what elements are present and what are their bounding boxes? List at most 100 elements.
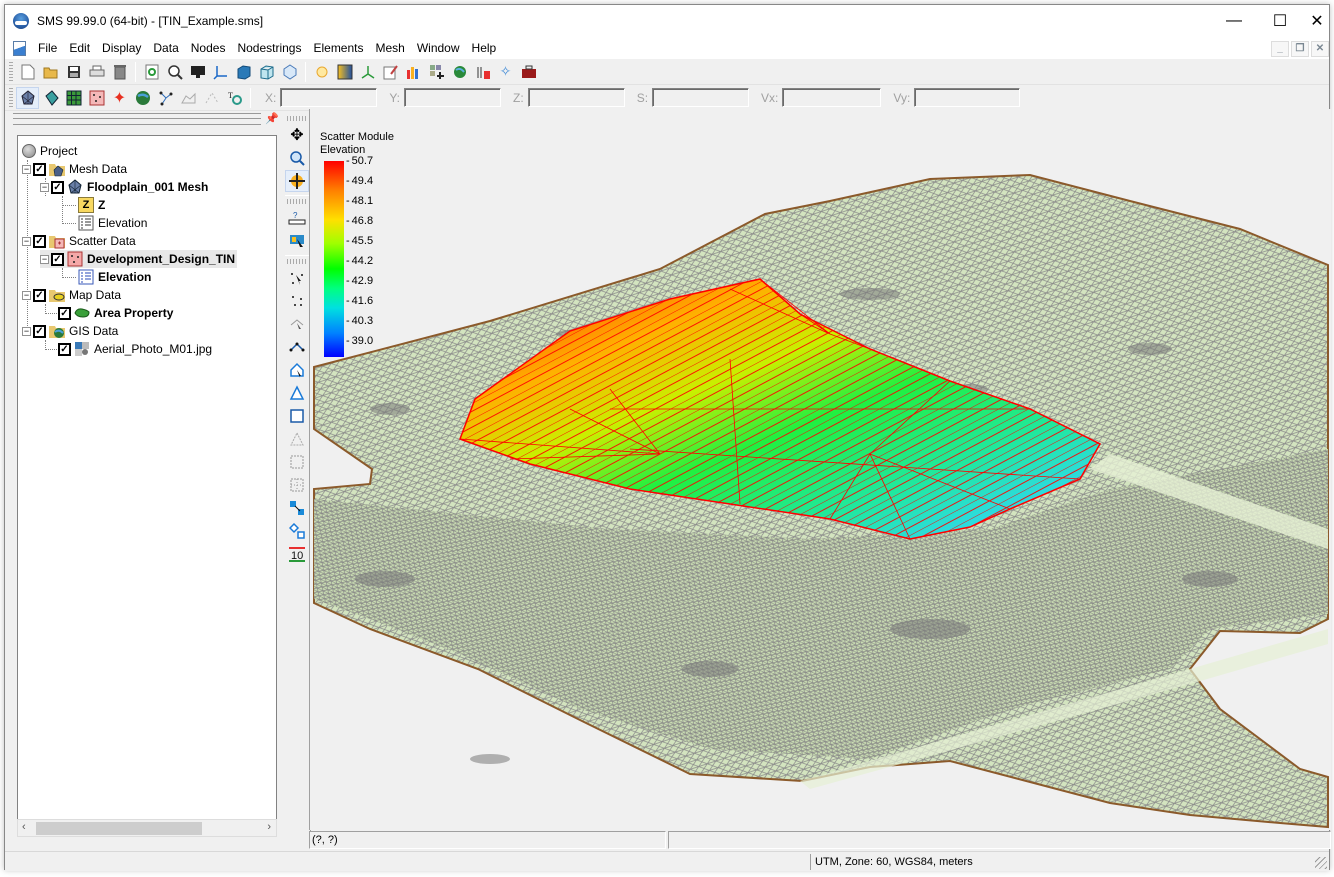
print-icon[interactable] [85, 61, 108, 83]
tree-item-image[interactable]: ✓ Aerial_Photo_M01.jpg [58, 340, 212, 358]
contour-label-icon[interactable]: 10 [285, 543, 309, 565]
scrollbar-thumb[interactable] [36, 822, 202, 835]
panel-drag-handle[interactable] [13, 113, 261, 125]
visibility-checkbox[interactable]: ✓ [33, 162, 46, 176]
measure-icon[interactable]: ? [285, 207, 309, 229]
tree-item-mesh-data[interactable]: − ✓ Mesh Data [22, 160, 127, 178]
menu-help[interactable]: Help [466, 37, 503, 59]
new-file-icon[interactable] [16, 61, 39, 83]
merge-triangles-icon[interactable] [285, 497, 309, 519]
collapse-toggle[interactable]: − [22, 164, 31, 174]
display-monitor-icon[interactable] [186, 61, 209, 83]
mdi-restore-button[interactable]: ❐ [1291, 41, 1309, 57]
profile-module-icon[interactable] [177, 87, 200, 109]
generic-model-icon[interactable]: ✦ [108, 87, 131, 109]
toolbar-grip[interactable] [9, 87, 13, 108]
s-coord-field[interactable] [652, 88, 750, 107]
palette-grip[interactable] [287, 116, 308, 121]
refresh-icon[interactable] [140, 61, 163, 83]
globe-icon[interactable] [448, 61, 471, 83]
swap-edge-icon[interactable] [285, 520, 309, 542]
tree-item-tin[interactable]: − ✓ Development_Design_TIN [40, 250, 238, 268]
collapse-toggle[interactable]: − [22, 326, 31, 336]
quad-patch-icon[interactable] [285, 451, 309, 473]
visibility-checkbox[interactable]: ✓ [51, 180, 64, 194]
pan-icon[interactable]: ✥ [285, 124, 309, 146]
create-quad-icon[interactable] [285, 405, 309, 427]
rotate-axes-icon[interactable] [356, 61, 379, 83]
visibility-checkbox[interactable]: ✓ [58, 306, 71, 320]
visibility-checkbox[interactable]: ✓ [33, 324, 46, 338]
menu-window[interactable]: Window [411, 37, 466, 59]
pin-icon[interactable]: 📌 [265, 112, 279, 125]
maximize-button[interactable]: ☐ [1257, 5, 1303, 37]
select-element-icon[interactable] [285, 359, 309, 381]
sparkle-icon[interactable]: ✧ [494, 61, 517, 83]
menu-nodes[interactable]: Nodes [185, 37, 232, 59]
collapse-toggle[interactable]: − [40, 182, 49, 192]
menu-mesh[interactable]: Mesh [370, 37, 411, 59]
toolbox-icon[interactable] [517, 61, 540, 83]
mdi-minimize-button[interactable]: _ [1271, 41, 1289, 57]
edit-properties-icon[interactable] [379, 61, 402, 83]
tree-item-project[interactable]: Project [22, 142, 77, 160]
zoom-frame-icon[interactable] [163, 61, 186, 83]
open-folder-icon[interactable] [39, 61, 62, 83]
graphics-window[interactable]: Scatter Module Elevation 50.7 49.4 48.1 … [309, 109, 1331, 830]
light-bulb-icon[interactable] [310, 61, 333, 83]
toolbar-grip[interactable] [9, 61, 13, 82]
select-display-icon[interactable] [285, 230, 309, 252]
3d-mesh-scene[interactable] [310, 109, 1331, 830]
select-nodes-icon[interactable] [285, 267, 309, 289]
save-icon[interactable] [62, 61, 85, 83]
vx-coord-field[interactable] [782, 88, 882, 107]
triangle-patch-icon[interactable] [285, 428, 309, 450]
scroll-right-icon[interactable]: › [267, 821, 271, 833]
transparent-cube-icon[interactable] [278, 61, 301, 83]
collapse-toggle[interactable]: − [40, 254, 49, 264]
visibility-checkbox[interactable]: ✓ [33, 288, 46, 302]
tree-horizontal-scrollbar[interactable]: ‹ › [17, 819, 277, 837]
select-nodestring-icon[interactable] [285, 313, 309, 335]
close-button[interactable]: ✕ [1303, 5, 1331, 37]
gis-module-icon[interactable] [131, 87, 154, 109]
y-coord-field[interactable] [404, 88, 502, 107]
create-nodestring-icon[interactable] [285, 336, 309, 358]
collapse-toggle[interactable]: − [22, 236, 31, 246]
tree-item-tin-elevation[interactable]: Elevation [78, 268, 151, 286]
tree-item-mesh-z[interactable]: Z Z [78, 196, 105, 214]
scatter-module-icon[interactable] [85, 87, 108, 109]
color-gradient-icon[interactable] [333, 61, 356, 83]
minimize-button[interactable]: — [1211, 5, 1257, 37]
create-triangle-icon[interactable] [285, 382, 309, 404]
grid-plus-icon[interactable] [425, 61, 448, 83]
tree-item-scatter-data[interactable]: − ✓ Scatter Data [22, 232, 136, 250]
axes-icon[interactable] [209, 61, 232, 83]
menu-file[interactable]: File [32, 37, 63, 59]
tree-item-mesh[interactable]: − ✓ Floodplain_001 Mesh [40, 178, 208, 196]
zoom-icon[interactable] [285, 147, 309, 169]
create-nodes-icon[interactable] [285, 290, 309, 312]
text-orient-icon[interactable]: T [223, 87, 246, 109]
collapse-toggle[interactable]: − [22, 290, 31, 300]
tree-item-map-data[interactable]: − ✓ Map Data [22, 286, 121, 304]
projection-status[interactable]: UTM, Zone: 60, WGS84, meters [810, 854, 1300, 870]
particle-module-icon[interactable] [154, 87, 177, 109]
tree-item-gis-data[interactable]: − ✓ GIS Data [22, 322, 118, 340]
visibility-checkbox[interactable]: ✓ [58, 342, 71, 356]
menu-elements[interactable]: Elements [307, 37, 369, 59]
annotation-icon[interactable] [200, 87, 223, 109]
tree-item-mesh-elevation[interactable]: Elevation [78, 214, 147, 232]
tree-item-coverage[interactable]: ✓ Area Property [58, 304, 173, 322]
scroll-left-icon[interactable]: ‹ [22, 821, 26, 833]
palette-grip[interactable] [287, 199, 308, 204]
wire-cube-icon[interactable] [255, 61, 278, 83]
delete-icon[interactable] [108, 61, 131, 83]
palette-grip[interactable] [287, 259, 308, 264]
menu-nodestrings[interactable]: Nodestrings [231, 37, 307, 59]
menu-data[interactable]: Data [147, 37, 184, 59]
visibility-checkbox[interactable]: ✓ [33, 234, 46, 248]
x-coord-field[interactable] [280, 88, 378, 107]
chart-bars-icon[interactable] [402, 61, 425, 83]
resize-grip[interactable] [1315, 857, 1327, 869]
